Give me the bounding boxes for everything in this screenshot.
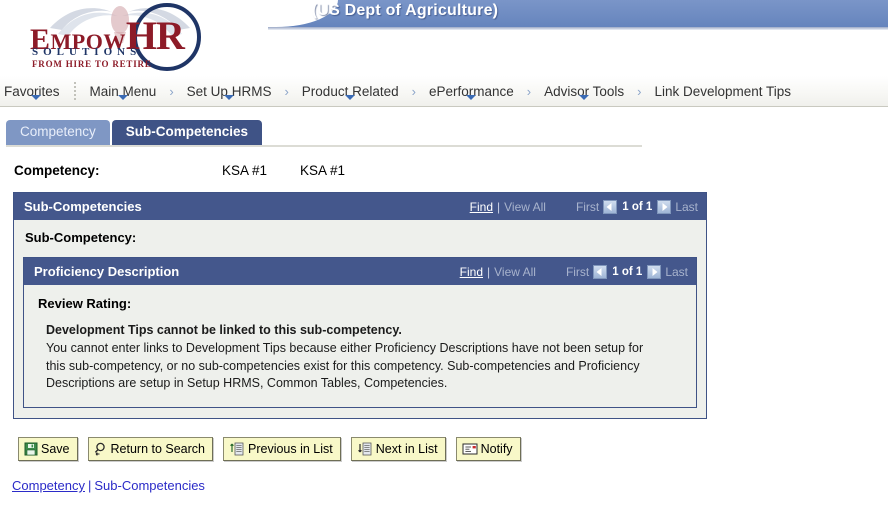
first-link-outer[interactable]: First [576, 200, 599, 214]
sub-competencies-title: Sub-Competencies [24, 199, 142, 214]
notify-button[interactable]: Notify [455, 437, 521, 461]
nav-dotted-separator [73, 82, 76, 100]
next-row-arrow-icon-inner[interactable] [647, 264, 662, 279]
floppy-disk-icon [24, 442, 38, 456]
sub-competencies-toolbar: Find | View All First 1 of 1 Last [470, 199, 698, 214]
competency-code-value: KSA #1 [222, 163, 268, 178]
tab-sub-competencies[interactable]: Sub-Competencies [111, 120, 263, 145]
chevron-down-icon [345, 94, 356, 100]
magnifier-return-icon [94, 442, 108, 456]
last-link-outer[interactable]: Last [675, 200, 698, 214]
proficiency-description-panel: Proficiency Description Find | View All … [23, 257, 697, 408]
sub-competency-field-label: Sub-Competency: [25, 230, 137, 245]
tab-bottom-rule [6, 145, 642, 147]
return-to-search-button[interactable]: Return to Search [87, 437, 213, 461]
competency-row: Competency: KSA #1 KSA #1 [14, 163, 888, 178]
chevron-down-icon [117, 94, 128, 100]
footer-links: Competency | Sub-Competencies [12, 478, 888, 493]
nav-item-main-menu[interactable]: Main Menu [78, 84, 169, 100]
toolbar-pipe-inner: | [487, 264, 491, 279]
logo-tagline-text: FROM HIRE TO RETIRE [32, 59, 152, 69]
last-link-inner[interactable]: Last [665, 265, 688, 279]
chevron-down-icon [466, 94, 477, 100]
down-arrow-list-icon [357, 442, 373, 456]
action-button-bar: Save Return to Search Previous in List Next… [18, 437, 888, 461]
logo-solutions-text: SOLUTIONS [32, 46, 142, 58]
footer-separator: | [87, 478, 92, 493]
up-arrow-list-icon [229, 442, 245, 456]
save-button[interactable]: Save [18, 437, 78, 461]
previous-in-list-button[interactable]: Previous in List [223, 437, 341, 461]
button-label: Next in List [375, 442, 438, 456]
page-indicator-inner: 1 of 1 [612, 265, 643, 278]
tab-competency[interactable]: Competency [6, 120, 110, 145]
page-indicator-outer: 1 of 1 [622, 200, 653, 213]
sub-competencies-panel: Sub-Competencies Find | View All First 1… [13, 192, 707, 419]
nav-item-set-up-hrms[interactable]: Set Up HRMS [175, 84, 284, 100]
sub-competencies-body: Sub-Competency: Proficiency Description … [14, 220, 706, 418]
footer-link-sub-competencies[interactable]: Sub-Competencies [94, 478, 205, 493]
proficiency-header-bar: Proficiency Description Find | View All … [24, 258, 696, 285]
competency-name-value: KSA #1 [300, 163, 346, 178]
proficiency-title: Proficiency Description [34, 264, 180, 279]
footer-link-competency[interactable]: Competency [12, 478, 85, 493]
nav-item-product-related[interactable]: Product Related [290, 84, 411, 100]
button-label: Notify [480, 442, 513, 456]
next-in-list-button[interactable]: Next in List [350, 437, 446, 461]
nav-item-favorites[interactable]: Favorites [0, 84, 72, 100]
first-link-inner[interactable]: First [566, 265, 589, 279]
chevron-down-icon [579, 94, 590, 100]
competency-label: Competency: [14, 163, 100, 178]
chevron-down-icon [224, 94, 235, 100]
breadcrumb-nav: Favorites Main Menu › Set Up HRMS › Product R… [0, 76, 888, 107]
toolbar-pipe-outer: | [497, 199, 501, 214]
nav-item-eperformance[interactable]: ePerformance [417, 84, 526, 100]
tab-bar: Competency Sub-Competencies [0, 119, 888, 145]
next-row-arrow-icon-outer[interactable] [657, 199, 672, 214]
chevron-down-icon [30, 94, 41, 100]
nav-item-label: Link Development Tips [654, 83, 792, 99]
nav-item-link-development-tips[interactable]: Link Development Tips [642, 84, 803, 99]
page-content: Competency Sub-Competencies Competency: … [0, 119, 888, 493]
find-link-outer[interactable]: Find [470, 200, 493, 214]
banner-shadow [268, 27, 888, 30]
proficiency-toolbar: Find | View All First 1 of 1 Last [460, 264, 688, 279]
view-all-link-outer[interactable]: View All [504, 200, 546, 214]
message-body: You cannot enter links to Development Ti… [46, 340, 644, 391]
proficiency-body: Review Rating: Development Tips cannot b… [24, 285, 696, 407]
sub-competencies-header-bar: Sub-Competencies Find | View All First 1… [14, 193, 706, 220]
button-label: Previous in List [248, 442, 333, 456]
review-rating-label: Review Rating: [38, 296, 132, 311]
envelope-notify-icon [462, 442, 478, 456]
message-headline: Development Tips cannot be linked to thi… [46, 323, 402, 337]
page-header: (US Dept of Agriculture) EMPOWHR SOLUTIO… [0, 0, 888, 76]
view-all-link-inner[interactable]: View All [494, 265, 536, 279]
previous-row-arrow-icon-outer[interactable] [603, 199, 618, 214]
nav-item-advisor-tools[interactable]: Advisor Tools [532, 84, 636, 100]
find-link-inner[interactable]: Find [460, 265, 483, 279]
previous-row-arrow-icon-inner[interactable] [593, 264, 608, 279]
button-label: Return to Search [110, 442, 206, 456]
button-label: Save [41, 442, 70, 456]
